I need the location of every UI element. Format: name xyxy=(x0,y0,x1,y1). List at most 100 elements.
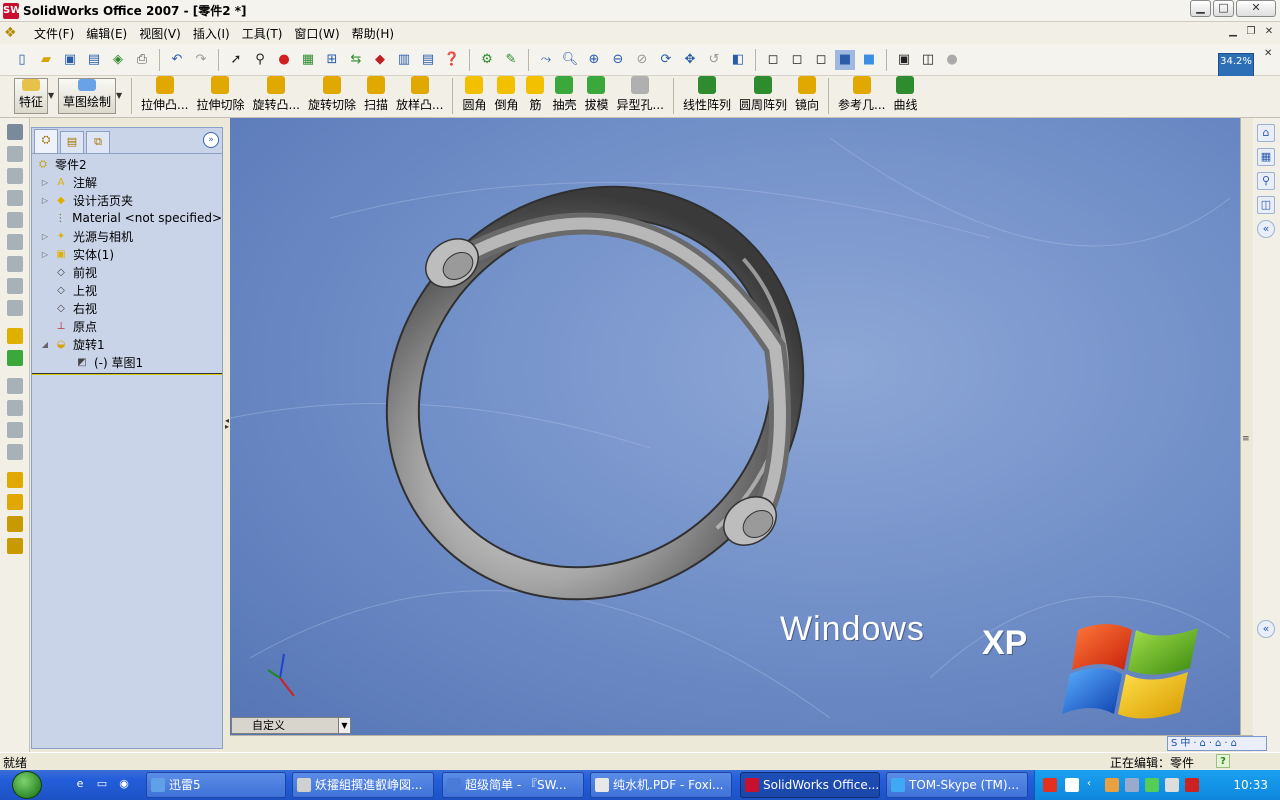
tab-featuremanager[interactable]: ⛭ xyxy=(34,129,58,153)
tray-expand-icon[interactable]: ‹ xyxy=(1087,778,1101,792)
command-revolved-cut-button[interactable]: 旋转切除 xyxy=(304,76,360,116)
section-view-icon[interactable]: ◫ xyxy=(918,50,938,70)
tab-sketch[interactable]: 草图绘制 xyxy=(58,78,117,114)
open-folder-icon[interactable]: ▰ xyxy=(36,50,56,70)
design-library-icon[interactable]: ▦ xyxy=(1257,148,1275,166)
close-button[interactable]: ✕ xyxy=(1236,0,1276,17)
wireframe-icon[interactable]: ◻ xyxy=(763,50,783,70)
grid-options-icon[interactable]: ▦ xyxy=(298,50,318,70)
chevron-down-icon[interactable]: ▼ xyxy=(116,78,126,114)
expand-arrow-icon[interactable]: ▷ xyxy=(40,250,50,259)
point-icon[interactable] xyxy=(7,300,23,316)
taskbar-button[interactable]: SolidWorks Office... xyxy=(740,772,880,798)
expand-panel-icon[interactable]: » xyxy=(203,132,219,148)
minimize-button[interactable]: ▁ xyxy=(1190,0,1211,17)
layout-icon[interactable]: ▥ xyxy=(394,50,414,70)
tree-item[interactable]: ◩ (-) 草图1 xyxy=(32,353,222,371)
command-draft-button[interactable]: 拔模 xyxy=(580,76,612,116)
command-linear-pattern-button[interactable]: 线性阵列 xyxy=(679,76,735,116)
tree-item[interactable]: ▷ A 注解 xyxy=(32,173,222,191)
command-fillet-button[interactable]: 圆角 xyxy=(458,76,490,116)
rotate-view-icon[interactable]: ⟳ xyxy=(656,50,676,70)
shadows-icon[interactable]: ▣ xyxy=(894,50,914,70)
update-icon[interactable] xyxy=(1165,778,1179,792)
help-icon[interactable]: ? xyxy=(1216,754,1230,768)
revolve-boss-icon[interactable] xyxy=(7,350,23,366)
redo-icon[interactable]: ↷ xyxy=(191,50,211,70)
doc-restore-icon[interactable]: ❐ xyxy=(1244,25,1258,39)
network-icon[interactable] xyxy=(1105,778,1119,792)
routing-icon[interactable]: ✎ xyxy=(501,50,521,70)
extrude-boss-icon[interactable] xyxy=(7,328,23,344)
toolbar-close-icon[interactable]: ✕ xyxy=(1264,48,1276,60)
add-relation-icon[interactable] xyxy=(7,494,23,510)
ime-toolbar[interactable]: S中·⌂·⌂·⌂ xyxy=(1167,736,1267,751)
print-preview-icon[interactable]: ▤ xyxy=(84,50,104,70)
media-quicklaunch-icon[interactable]: ◉ xyxy=(116,777,132,793)
shaded-with-edges-icon[interactable]: ■ xyxy=(835,49,855,70)
expand-taskpane-icon[interactable]: « xyxy=(1257,620,1275,638)
antivirus-icon[interactable] xyxy=(1145,778,1159,792)
rebuild-icon[interactable]: ● xyxy=(274,50,294,70)
command-chamfer-button[interactable]: 倒角 xyxy=(490,76,522,116)
command-hole-wizard-button[interactable]: 异型孔... xyxy=(613,76,668,116)
tab-propertymanager[interactable]: ▤ xyxy=(60,131,84,153)
options-icon[interactable]: ▤ xyxy=(418,50,438,70)
view-palette-icon[interactable]: ◫ xyxy=(1257,196,1275,214)
new-document-icon[interactable]: ▯ xyxy=(12,50,32,70)
menu-help[interactable]: 帮助(H) xyxy=(346,25,400,42)
menu-file[interactable]: 文件(F) xyxy=(28,25,80,42)
ellipse-icon[interactable] xyxy=(7,278,23,294)
instant3d-icon[interactable]: ⇆ xyxy=(346,50,366,70)
rollback-bar[interactable] xyxy=(32,373,222,375)
chevron-down-icon[interactable]: ▼ xyxy=(338,718,350,733)
configuration-select[interactable]: 自定义 ▼ xyxy=(231,717,351,734)
arc-icon[interactable] xyxy=(7,212,23,228)
menu-view[interactable]: 视图(V) xyxy=(133,25,187,42)
shaded-icon[interactable]: ■ xyxy=(859,50,879,70)
construction-icon[interactable] xyxy=(7,472,23,488)
repair-sketch-icon[interactable] xyxy=(7,538,23,554)
zoom-in-out-icon[interactable]: ⊖ xyxy=(608,50,628,70)
expand-arrow-icon[interactable]: ◢ xyxy=(40,340,50,349)
circle-icon[interactable] xyxy=(7,190,23,206)
maximize-button[interactable]: □ xyxy=(1213,0,1234,17)
pan-icon[interactable]: ✥ xyxy=(680,50,700,70)
select-filter-icon[interactable]: ⚲ xyxy=(250,50,270,70)
taskbar-button[interactable]: 纯水机.PDF - Foxi... xyxy=(590,772,732,798)
tree-item[interactable]: ▷ ◆ 设计活页夹 xyxy=(32,191,222,209)
roll-view-icon[interactable]: ↺ xyxy=(704,50,724,70)
volume-icon[interactable] xyxy=(1125,778,1139,792)
solidworks-logo-icon[interactable]: ❖ xyxy=(4,25,24,41)
home-icon[interactable]: ⌂ xyxy=(1257,124,1275,142)
command-mirror-button[interactable]: 镜向 xyxy=(791,76,823,116)
graphics-area[interactable]: Windows XP xyxy=(230,118,1240,735)
hidden-lines-visible-icon[interactable]: ◻ xyxy=(787,50,807,70)
tree-item[interactable]: ◇ 上视 xyxy=(32,281,222,299)
fix-icon[interactable] xyxy=(7,516,23,532)
command-revolved-boss-button[interactable]: 旋转凸... xyxy=(249,76,304,116)
mirror-entities-icon[interactable] xyxy=(7,444,23,460)
tree-item[interactable]: ⋮ Material <not specified> xyxy=(32,209,222,227)
undo-icon[interactable]: ↶ xyxy=(167,50,187,70)
command-extruded-boss-button[interactable]: 拉伸凸... xyxy=(137,76,192,116)
help-lamp-icon[interactable]: ❓ xyxy=(442,50,462,70)
trim-icon[interactable] xyxy=(7,378,23,394)
print-icon[interactable]: ⎙ xyxy=(132,50,152,70)
command-shell-button[interactable]: 抽壳 xyxy=(548,76,580,116)
tree-item[interactable]: ⊥ 原点 xyxy=(32,317,222,335)
command-sweep-button[interactable]: 扫描 xyxy=(360,76,392,116)
menu-edit[interactable]: 编辑(E) xyxy=(80,25,133,42)
ie-quicklaunch-icon[interactable]: e xyxy=(72,777,88,793)
collapse-taskpane-icon[interactable]: « xyxy=(1257,220,1275,238)
tree-item[interactable]: ◇ 前视 xyxy=(32,263,222,281)
command-curves-button[interactable]: 曲线 xyxy=(889,76,921,116)
sketch-relations-icon[interactable]: ⊞ xyxy=(322,50,342,70)
menu-insert[interactable]: 插入(I) xyxy=(187,25,236,42)
macro-icon[interactable]: ⚙ xyxy=(477,50,497,70)
tree-item[interactable]: ◇ 右视 xyxy=(32,299,222,317)
tree-item[interactable]: ◢ ◒ 旋转1 xyxy=(32,335,222,353)
polygon-icon[interactable] xyxy=(7,234,23,250)
taskbar-button[interactable]: 迅雷5 xyxy=(146,772,286,798)
save-icon[interactable]: ▣ xyxy=(60,50,80,70)
